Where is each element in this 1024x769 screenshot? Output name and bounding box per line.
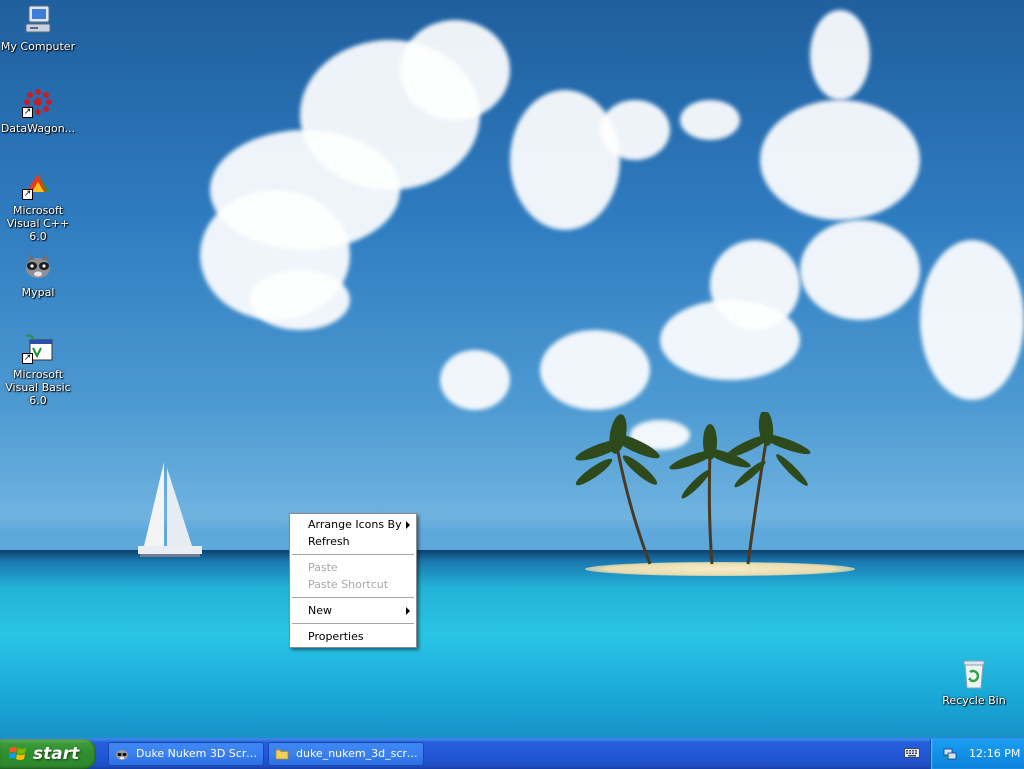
keyboard-icon[interactable] <box>904 747 920 759</box>
menu-item-paste: Paste <box>290 559 416 576</box>
my-computer-icon <box>22 4 54 36</box>
recycle-bin-icon <box>958 658 990 690</box>
submenu-arrow-icon <box>406 521 410 529</box>
menu-item-label: Paste Shortcut <box>308 578 389 591</box>
network-icon[interactable] <box>943 747 957 761</box>
shortcut-arrow-icon: ↗ <box>22 353 33 364</box>
desktop-icon-label: Recycle Bin <box>942 694 1006 707</box>
taskbar-button-label: Duke Nukem 3D Scre... <box>136 747 259 760</box>
menu-item-new[interactable]: New <box>290 602 416 619</box>
taskbar-button-label: duke_nukem_3d_scre... <box>296 747 419 760</box>
windows-logo-icon <box>9 747 26 760</box>
system-tray: 12:16 PM <box>930 739 1024 769</box>
menu-item-properties[interactable]: Properties <box>290 628 416 645</box>
desktop-icon-mypal[interactable]: Mypal <box>0 250 76 299</box>
desktop[interactable]: My Computer ↗ DataWagon... ↗ Microsoft V <box>0 0 1024 738</box>
mypal-icon <box>116 750 128 760</box>
menu-item-paste-shortcut: Paste Shortcut <box>290 576 416 593</box>
desktop-icon-label: Mypal <box>21 286 55 299</box>
menu-item-label: Refresh <box>308 535 350 548</box>
menu-separator <box>292 597 414 598</box>
taskbar: start Duke Nukem 3D Scre... duke_nukem_3… <box>0 738 1024 769</box>
start-button[interactable]: start <box>0 739 96 769</box>
folder-icon <box>275 749 289 760</box>
mypal-icon <box>22 250 54 282</box>
desktop-icon-my-computer[interactable]: My Computer <box>0 4 76 53</box>
desktop-context-menu: Arrange Icons By Refresh Paste Paste Sho… <box>289 513 417 648</box>
menu-separator <box>292 554 414 555</box>
visual-cpp-icon: ↗ <box>22 168 54 200</box>
shortcut-arrow-icon: ↗ <box>22 107 33 118</box>
menu-separator <box>292 623 414 624</box>
taskbar-button-folder[interactable]: duke_nukem_3d_scre... <box>268 742 424 766</box>
menu-item-refresh[interactable]: Refresh <box>290 533 416 550</box>
desktop-icon-visual-basic[interactable]: ↗ Microsoft Visual Basic 6.0 <box>0 332 76 407</box>
menu-item-arrange-icons-by[interactable]: Arrange Icons By <box>290 516 416 533</box>
menu-item-label: Properties <box>308 630 364 643</box>
menu-item-label: Arrange Icons By <box>308 518 402 531</box>
datawagon-icon: ↗ <box>22 86 54 118</box>
start-label: start <box>33 744 80 764</box>
shortcut-arrow-icon: ↗ <box>22 189 33 200</box>
desktop-icon-datawagon[interactable]: ↗ DataWagon... <box>0 86 76 135</box>
desktop-icon-visual-cpp[interactable]: ↗ Microsoft Visual C++ 6.0 <box>0 168 76 243</box>
visual-basic-icon: ↗ <box>22 332 54 364</box>
desktop-icon-recycle-bin[interactable]: Recycle Bin <box>936 658 1012 707</box>
taskbar-clock[interactable]: 12:16 PM <box>969 739 1020 769</box>
submenu-arrow-icon <box>406 607 410 615</box>
menu-item-label: Paste <box>308 561 338 574</box>
desktop-icon-label: Microsoft Visual C++ 6.0 <box>6 204 70 243</box>
desktop-icon-label: Microsoft Visual Basic 6.0 <box>5 368 71 407</box>
menu-item-label: New <box>308 604 332 617</box>
desktop-icon-label: My Computer <box>0 40 76 53</box>
taskbar-button-duke-nukem[interactable]: Duke Nukem 3D Scre... <box>108 742 264 766</box>
desktop-icon-label: DataWagon... <box>0 122 76 135</box>
